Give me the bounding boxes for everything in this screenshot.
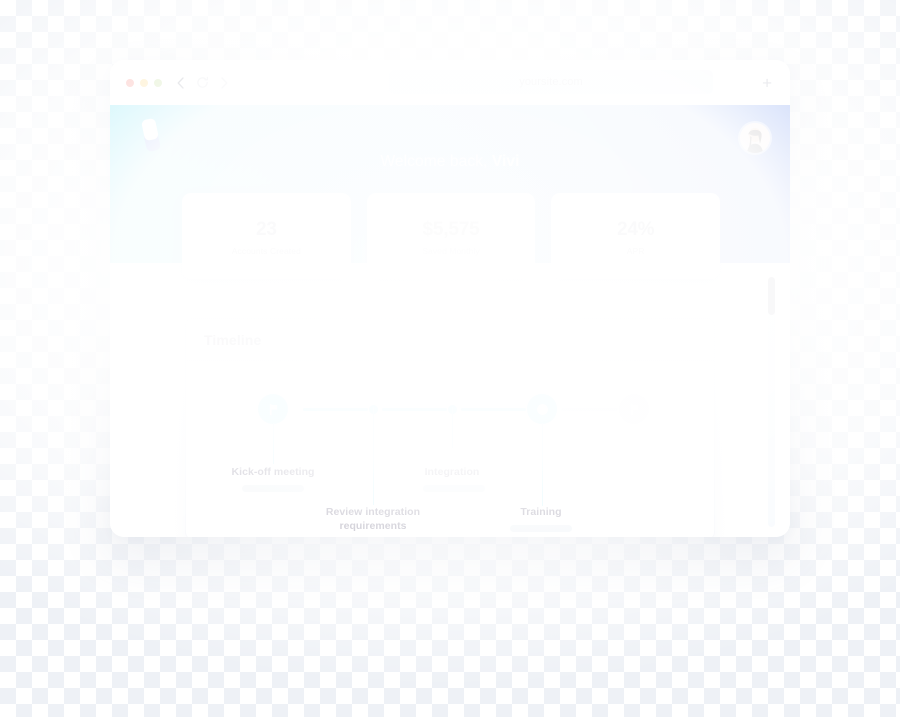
stat-card[interactable]: $5,575 Saved Monthly: [366, 193, 536, 279]
panel-title: Timeline: [204, 331, 262, 348]
welcome-username: Vivi: [491, 153, 520, 170]
stat-value: $5,575: [422, 218, 480, 240]
new-tab-button[interactable]: +: [762, 74, 772, 91]
scrollbar-thumb[interactable]: [768, 277, 775, 315]
reload-icon[interactable]: [196, 76, 209, 89]
flag-icon: [619, 394, 649, 424]
timeline-drop-2: [372, 407, 375, 505]
flag-icon: [258, 394, 288, 424]
timeline-node-training[interactable]: [527, 394, 557, 424]
back-icon[interactable]: [176, 76, 185, 89]
current-milestone-ring-icon: [527, 394, 557, 424]
stat-label: Saved Monthly: [422, 246, 480, 257]
stat-label: Accounts Created: [231, 246, 301, 257]
browser-window: yoursite.com + Welcome back, Vivi 23 Acc…: [110, 60, 790, 537]
timeline-panel-header: Timeline: [186, 319, 714, 361]
timeline-segment-4: [561, 408, 618, 411]
timeline-segment-2: [382, 408, 447, 411]
window-traffic-lights: [126, 78, 162, 87]
stat-value: 23: [255, 218, 277, 240]
close-window-dot[interactable]: [126, 78, 134, 87]
timeline-body: Kick-off meeting Integration Review inte…: [186, 361, 714, 537]
welcome-title: Welcome back, Vivi: [110, 153, 790, 171]
welcome-prefix: Welcome back,: [380, 153, 492, 170]
minimize-window-dot[interactable]: [140, 78, 148, 87]
page-root: yoursite.com + Welcome back, Vivi 23 Acc…: [0, 0, 900, 717]
timeline-label-review-integration-requirements: Review integration requirements: [325, 506, 421, 533]
timeline-panel: Timeline Kick-off meeting Integration Re…: [185, 318, 715, 537]
timeline-drop-3: [451, 407, 454, 448]
stat-card[interactable]: 24% APR: [551, 193, 721, 279]
timeline-segment-3: [461, 408, 526, 411]
app-viewport: Welcome back, Vivi 23 Accounts Created $…: [110, 105, 790, 537]
stat-value: 24%: [616, 218, 655, 240]
timeline-node-kick-off-meeting[interactable]: [258, 394, 288, 424]
timeline-label-integration: Integration: [424, 466, 480, 478]
timeline-drop-4: [541, 423, 544, 506]
forward-icon[interactable]: [220, 76, 229, 89]
browser-chrome-bar: yoursite.com +: [110, 60, 790, 105]
timeline-placeholder-bar: [423, 485, 485, 492]
stat-card[interactable]: 23 Accounts Created: [182, 193, 351, 279]
address-bar-url: yoursite.com: [519, 76, 583, 88]
timeline-track: [186, 394, 714, 426]
timeline-label-kick-off-meeting: Kick-off meeting: [231, 466, 315, 478]
timeline-drop-1: [272, 423, 275, 464]
timeline-node-upcoming[interactable]: [619, 394, 649, 424]
brand-logo[interactable]: [134, 117, 168, 153]
timeline-placeholder-bar: [242, 485, 304, 492]
browser-nav-icons: [176, 76, 229, 89]
avatar[interactable]: [740, 123, 770, 153]
maximize-window-dot[interactable]: [154, 78, 162, 87]
timeline-segment-1: [303, 408, 368, 411]
address-bar[interactable]: yoursite.com: [389, 70, 713, 94]
timeline-placeholder-bar: [510, 525, 572, 532]
stat-label: APR: [626, 246, 645, 257]
timeline-label-training: Training: [520, 506, 562, 518]
vertical-scrollbar[interactable]: [768, 277, 775, 527]
stats-row: 23 Accounts Created $5,575 Saved Monthly…: [182, 193, 721, 279]
